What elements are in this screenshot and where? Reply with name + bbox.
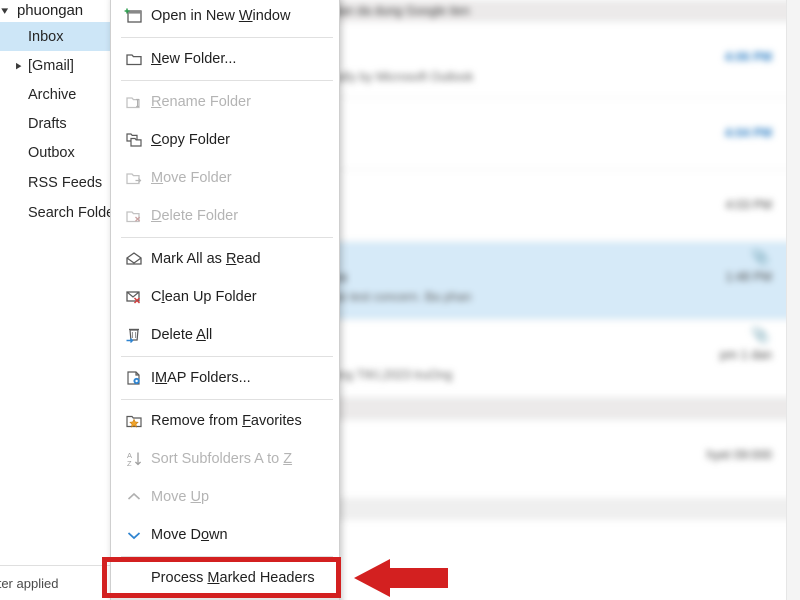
menu-separator — [121, 399, 333, 400]
delete-all-icon — [121, 322, 147, 348]
menu-item-label: Move Folder — [151, 170, 232, 186]
status-bar: Filter applied — [0, 572, 112, 594]
sidebar-item-label: Drafts — [28, 115, 67, 132]
menu-item-process-marked-headers[interactable]: Process Marked Headers — [111, 559, 339, 597]
status-bar-divider — [0, 565, 112, 566]
menu-item-move-down[interactable]: Move Down — [111, 516, 339, 554]
account-header[interactable]: ▾ phuongan — [0, 0, 112, 20]
attachment-icon: 📎 — [751, 249, 770, 266]
outlook-window: en Nguyen Thi Phuong Anh: Cam on ban da … — [0, 0, 800, 600]
status-bar-label: Filter applied — [0, 575, 59, 591]
menu-separator — [121, 37, 333, 38]
clean-up-folder-icon — [121, 284, 147, 310]
folder-context-menu[interactable]: Open in New Window New Folder... Rename … — [110, 0, 340, 600]
message-list-scrollbar[interactable] — [786, 0, 800, 600]
open-in-new-window-icon — [121, 3, 147, 29]
menu-item-copy-folder[interactable]: Copy Folder — [111, 121, 339, 159]
chevron-up-icon — [121, 484, 147, 510]
folder-pane: ▾ phuongan Inbox ▸ [Gmail] Archive Draft… — [0, 0, 112, 600]
chevron-down-icon: ▾ — [1, 4, 9, 17]
sidebar-item-rss-feeds[interactable]: RSS Feeds — [0, 168, 112, 197]
menu-item-label: Remove from Favorites — [151, 413, 302, 429]
copy-folder-icon — [121, 127, 147, 153]
menu-item-label: Delete Folder — [151, 208, 239, 224]
delete-folder-icon — [121, 203, 147, 229]
new-folder-icon — [121, 46, 147, 72]
sidebar-item-outbox[interactable]: Outbox — [0, 138, 112, 167]
menu-item-label: Open in New Window — [151, 8, 291, 24]
sidebar-item-label: Search Folders — [28, 204, 112, 221]
message-time: 4:03 PM — [725, 198, 772, 212]
menu-item-label: Sort Subfolders A to Z — [151, 451, 293, 467]
menu-separator — [121, 356, 333, 357]
menu-item-label: Delete All — [151, 327, 213, 343]
menu-item-label: Move Down — [151, 527, 228, 543]
menu-item-clean-up-folder[interactable]: Clean Up Folder — [111, 278, 339, 316]
menu-item-label: IMAP Folders... — [151, 370, 251, 386]
menu-separator — [121, 237, 333, 238]
mark-all-read-icon — [121, 246, 147, 272]
remove-favorites-icon — [121, 408, 147, 434]
menu-item-label: Process Marked Headers — [151, 570, 315, 586]
sidebar-item-label: [Gmail] — [28, 57, 74, 74]
svg-text:Z: Z — [127, 459, 132, 468]
menu-item-open-in-new-window[interactable]: Open in New Window — [111, 0, 339, 35]
menu-item-label: Copy Folder — [151, 132, 230, 148]
menu-item-move-up: Move Up — [111, 478, 339, 516]
sidebar-item-search-folders[interactable]: Search Folders — [0, 198, 112, 227]
sort-a-to-z-icon: A Z — [121, 446, 147, 472]
message-time: 4:04 PM — [724, 126, 772, 140]
menu-item-label: Move Up — [151, 489, 210, 505]
chevron-down-icon — [121, 522, 147, 548]
menu-item-label: Clean Up Folder — [151, 289, 257, 305]
menu-item-imap-folders[interactable]: IMAP Folders... — [111, 359, 339, 397]
account-name: phuongan — [17, 1, 83, 19]
rename-folder-icon — [121, 89, 147, 115]
attachment-icon: 📎 — [751, 327, 770, 344]
sidebar-item-archive[interactable]: Archive — [0, 80, 112, 109]
menu-item-rename-folder: Rename Folder — [111, 83, 339, 121]
menu-item-move-folder: Move Folder — [111, 159, 339, 197]
sidebar-item-gmail[interactable]: ▸ [Gmail] — [0, 51, 112, 80]
sidebar-item-label: Outbox — [28, 144, 75, 161]
menu-item-delete-all[interactable]: Delete All — [111, 316, 339, 354]
menu-item-label: Rename Folder — [151, 94, 251, 110]
menu-item-remove-from-favorites[interactable]: Remove from Favorites — [111, 402, 339, 440]
message-time: hyet 09:000 — [706, 448, 772, 462]
message-time: pm 1 dan — [719, 348, 772, 362]
menu-item-label: New Folder... — [151, 51, 237, 67]
sidebar-item-inbox[interactable]: Inbox — [0, 22, 112, 51]
menu-item-label: Mark All as Read — [151, 251, 261, 267]
sidebar-item-label: Archive — [28, 86, 77, 103]
menu-item-new-folder[interactable]: New Folder... — [111, 40, 339, 78]
menu-item-delete-folder: Delete Folder — [111, 197, 339, 235]
menu-item-sort-subfolders: A Z Sort Subfolders A to Z — [111, 440, 339, 478]
message-time: 1:48 PM — [725, 270, 772, 284]
message-time: 4:06 PM — [724, 50, 772, 64]
sidebar-item-drafts[interactable]: Drafts — [0, 109, 112, 138]
menu-separator — [121, 556, 333, 557]
menu-separator — [121, 80, 333, 81]
move-folder-icon — [121, 165, 147, 191]
sidebar-item-label: Inbox — [28, 28, 64, 45]
chevron-right-icon[interactable]: ▸ — [16, 58, 22, 73]
menu-item-mark-all-as-read[interactable]: Mark All as Read — [111, 240, 339, 278]
imap-folders-icon — [121, 365, 147, 391]
sidebar-item-label: RSS Feeds — [28, 174, 103, 191]
